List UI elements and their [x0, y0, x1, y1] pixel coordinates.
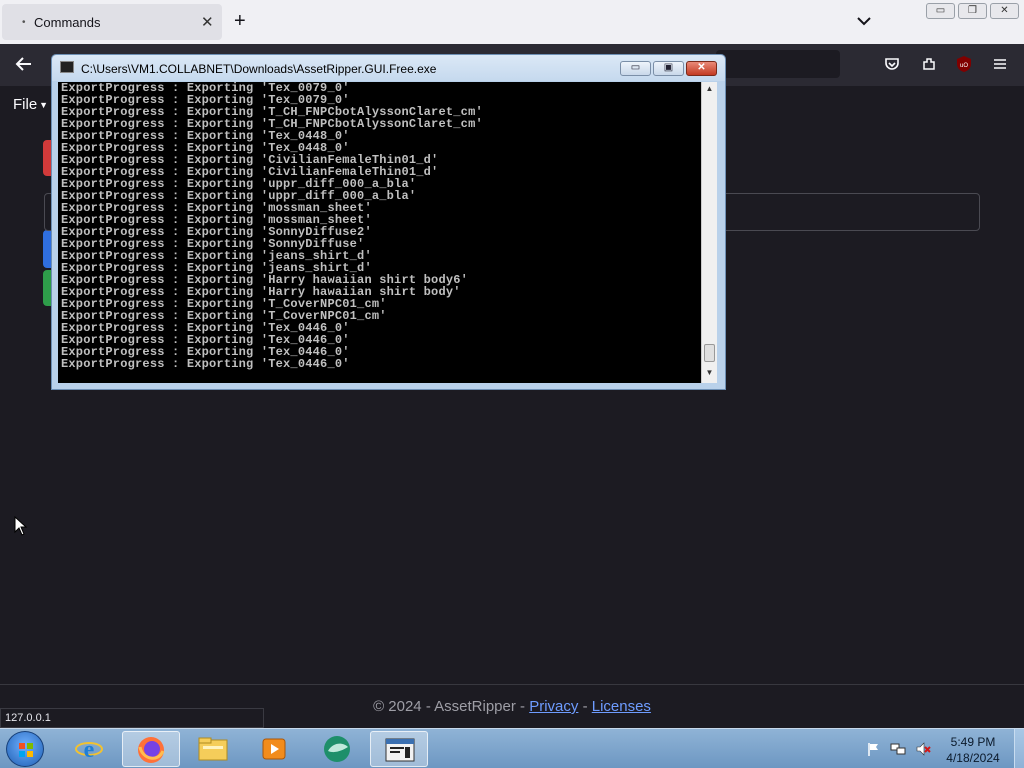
console-app-icon [385, 738, 415, 762]
extensions-icon[interactable] [920, 55, 938, 73]
footer-copyright: © 2024 - AssetRipper - [373, 698, 526, 715]
svg-text:uO: uO [960, 63, 968, 69]
taskbar-media-player[interactable] [246, 731, 304, 767]
window-close-button[interactable]: ✕ [990, 3, 1019, 19]
windows-logo-icon [19, 743, 33, 757]
app-icon [324, 736, 350, 762]
taskbar-firefox[interactable] [122, 731, 180, 767]
network-icon[interactable] [890, 741, 906, 757]
command-card-blue-edge [43, 230, 51, 268]
tab-attention-dot: • [22, 17, 26, 28]
volume-muted-icon[interactable] [915, 741, 931, 757]
file-menu-label: File [13, 96, 38, 113]
clock-time: 5:49 PM [950, 735, 996, 749]
scroll-down-arrow-icon[interactable]: ▼ [704, 368, 715, 379]
tab-title: Commands [34, 15, 101, 30]
taskbar: e 5:49 PM 4/18/2024 [0, 728, 1024, 768]
action-center-flag-icon[interactable] [866, 741, 882, 757]
svg-text:e: e [84, 737, 95, 763]
taskbar-internet-explorer[interactable]: e [60, 731, 118, 767]
ublock-origin-icon[interactable]: uO [955, 55, 973, 73]
window-minimize-button[interactable]: ▭ [926, 3, 955, 19]
window-restore-button[interactable]: ❐ [958, 3, 987, 19]
hamburger-menu-icon[interactable] [991, 55, 1009, 73]
scrollbar-thumb[interactable] [704, 344, 715, 362]
console-close-button[interactable]: ✕ [686, 61, 717, 76]
link-status-bar: 127.0.0.1 [0, 708, 264, 728]
console-lines: ExportProgress : Exporting 'Tex_0079_0' E… [61, 82, 483, 370]
taskbar-file-explorer[interactable] [184, 731, 242, 767]
taskbar-app[interactable] [308, 731, 366, 767]
console-minimize-button[interactable]: ▭ [620, 61, 651, 76]
command-card-green-edge [43, 270, 51, 306]
firefox-icon [138, 737, 165, 763]
clock-date: 4/18/2024 [946, 751, 1000, 765]
system-clock[interactable]: 5:49 PM 4/18/2024 [936, 734, 1010, 766]
pocket-icon[interactable] [883, 55, 901, 73]
new-tab-button[interactable]: + [234, 9, 246, 33]
console-title: C:\Users\VM1.COLLABNET\Downloads\AssetRi… [81, 62, 437, 76]
caret-down-icon: ▼ [39, 100, 49, 111]
privacy-link[interactable]: Privacy [529, 698, 578, 715]
media-player-icon [262, 738, 286, 760]
list-all-tabs-icon[interactable] [855, 12, 873, 30]
tab-commands[interactable]: • Commands ✕ [2, 4, 222, 40]
show-desktop-button[interactable] [1014, 729, 1024, 768]
file-explorer-icon [198, 737, 228, 761]
console-output[interactable]: ExportProgress : Exporting 'Tex_0079_0' E… [58, 82, 701, 383]
url-bar[interactable] [716, 50, 840, 78]
console-scrollbar[interactable]: ▲ ▼ [701, 82, 717, 383]
console-line: ExportProgress : Exporting 'Tex_0446_0' [61, 357, 350, 371]
scroll-up-arrow-icon[interactable]: ▲ [704, 84, 715, 95]
mouse-cursor-icon [14, 516, 28, 536]
taskbar-console[interactable] [370, 731, 428, 767]
console-titlebar[interactable]: C:\Users\VM1.COLLABNET\Downloads\AssetRi… [52, 55, 725, 81]
start-button[interactable] [6, 731, 44, 767]
footer-separator: - [582, 698, 588, 715]
tab-strip: • Commands ✕ + ▭ ❐ ✕ [0, 0, 1024, 44]
licenses-link[interactable]: Licenses [592, 698, 651, 715]
internet-explorer-icon: e [75, 737, 103, 763]
console-window[interactable]: C:\Users\VM1.COLLABNET\Downloads\AssetRi… [51, 54, 726, 390]
back-arrow-icon[interactable] [14, 54, 34, 74]
command-card-red-edge [43, 140, 51, 176]
tab-close-icon[interactable]: ✕ [201, 13, 214, 31]
footer-divider [0, 684, 1024, 685]
console-maximize-button[interactable]: ▣ [653, 61, 684, 76]
console-app-icon [60, 61, 74, 73]
file-menu[interactable]: File ▼ [13, 96, 48, 113]
